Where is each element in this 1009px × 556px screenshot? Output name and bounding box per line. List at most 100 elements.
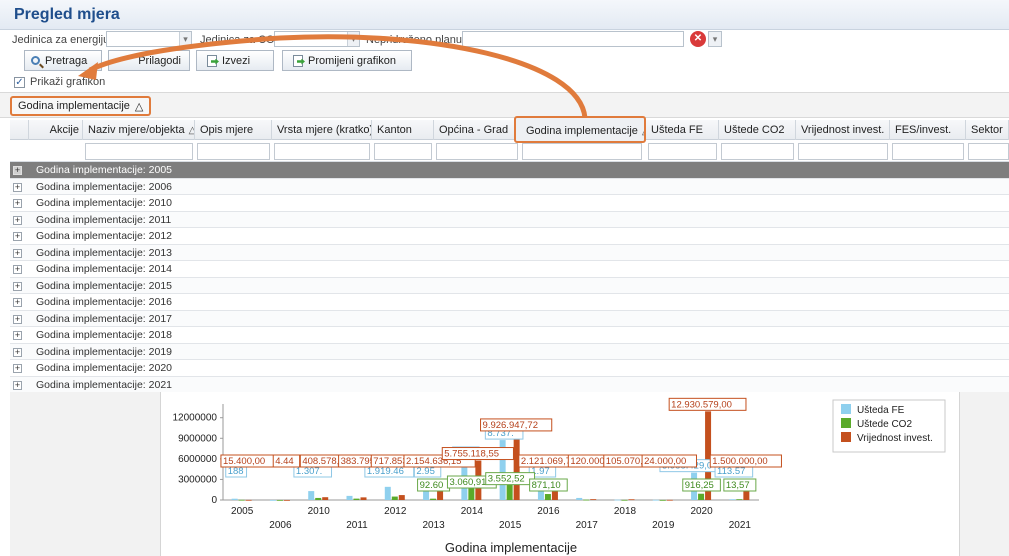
filter-opis[interactable] bbox=[197, 143, 270, 160]
change-chart-button[interactable]: Promijeni grafikon bbox=[282, 50, 412, 71]
search-button[interactable]: Pretraga bbox=[24, 50, 102, 71]
clear-filter-icon[interactable]: ✕ bbox=[690, 31, 706, 47]
group-row[interactable]: + Godina implementacije: 2017 bbox=[10, 310, 1009, 327]
group-row[interactable]: + Godina implementacije: 2010 bbox=[10, 195, 1009, 212]
bar bbox=[346, 495, 353, 500]
filter-vrsta[interactable] bbox=[274, 143, 370, 160]
bar bbox=[308, 491, 315, 500]
bar bbox=[315, 497, 322, 500]
group-row[interactable]: + Godina implementacije: 2011 bbox=[10, 211, 1009, 228]
expand-icon[interactable]: + bbox=[13, 314, 22, 324]
header-fes[interactable]: FES/invest. bbox=[890, 120, 966, 140]
sort-ascending-icon[interactable]: △ bbox=[642, 126, 644, 137]
bar bbox=[621, 499, 628, 501]
unassigned-plan-dropdown-button[interactable]: ▾ bbox=[708, 31, 722, 47]
bar bbox=[666, 499, 673, 501]
bar bbox=[659, 499, 666, 501]
chevron-down-icon[interactable]: ▾ bbox=[709, 32, 721, 46]
header-naziv[interactable]: Naziv mjere/objekta△ bbox=[83, 120, 195, 140]
header-akcije[interactable]: Akcije bbox=[29, 120, 83, 140]
header-opcina[interactable]: Općina - Grad bbox=[434, 120, 520, 140]
expand-icon[interactable]: + bbox=[13, 380, 22, 390]
group-row[interactable]: + Godina implementacije: 2015 bbox=[10, 277, 1009, 294]
group-row[interactable]: + Godina implementacije: 2019 bbox=[10, 343, 1009, 360]
export-button[interactable]: Izvezi bbox=[196, 50, 274, 71]
bar bbox=[736, 499, 743, 501]
x-tick-label: 2005 bbox=[231, 506, 254, 517]
show-chart-toggle[interactable]: ✓ Prikaži grafikon bbox=[14, 76, 105, 88]
x-tick-label: 2017 bbox=[576, 520, 599, 531]
y-tick-label: 0 bbox=[211, 495, 217, 506]
filter-sektor[interactable] bbox=[968, 143, 1009, 160]
header-opis[interactable]: Opis mjere bbox=[195, 120, 272, 140]
data-label: 871,10 bbox=[532, 480, 561, 491]
unassigned-plan-select[interactable] bbox=[462, 31, 684, 47]
expand-icon[interactable]: + bbox=[13, 182, 22, 192]
group-row[interactable]: + Godina implementacije: 2006 bbox=[10, 178, 1009, 195]
group-row[interactable]: + Godina implementacije: 2021 bbox=[10, 376, 1009, 393]
chart-area: 12000000 9000000 6000000 3000000 0 2005 2006 20… bbox=[10, 392, 1009, 556]
chevron-down-icon[interactable]: ▾ bbox=[179, 32, 191, 46]
energy-unit-label: Jedinica za energiju bbox=[12, 34, 110, 46]
bar bbox=[353, 498, 360, 500]
column-label: Godina implementacije bbox=[526, 125, 638, 137]
x-tick-label: 2021 bbox=[729, 520, 752, 531]
header-sektor[interactable]: Sektor bbox=[966, 120, 1009, 140]
y-tick-label: 12000000 bbox=[173, 413, 218, 424]
co2-unit-select[interactable]: ▾ bbox=[274, 31, 360, 47]
filter-naziv[interactable] bbox=[85, 143, 193, 160]
column-label: FES/invest. bbox=[895, 124, 952, 136]
filter-usteda-fe[interactable] bbox=[648, 143, 717, 160]
group-row[interactable]: + Godina implementacije: 2014 bbox=[10, 261, 1009, 278]
expand-icon[interactable]: + bbox=[13, 199, 22, 208]
expand-icon[interactable]: + bbox=[13, 265, 22, 274]
group-row[interactable]: + Godina implementacije: 2018 bbox=[10, 327, 1009, 344]
expand-icon[interactable]: + bbox=[13, 215, 22, 225]
show-chart-checkbox[interactable]: ✓ bbox=[14, 76, 25, 88]
header-kanton[interactable]: Kanton bbox=[372, 120, 434, 140]
group-row[interactable]: + Godina implementacije: 2005 bbox=[10, 162, 1009, 179]
filter-opcina[interactable] bbox=[436, 143, 518, 160]
x-tick-label: 2016 bbox=[537, 506, 560, 517]
expand-icon[interactable]: + bbox=[13, 248, 22, 258]
customize-button[interactable]: Prilagodi bbox=[108, 50, 190, 71]
grid-filter-row bbox=[10, 140, 1009, 162]
bar bbox=[430, 498, 437, 500]
bar bbox=[238, 499, 245, 501]
header-vrijednost[interactable]: Vrijednost invest. bbox=[796, 120, 890, 140]
energy-unit-select[interactable]: ▾ bbox=[106, 31, 192, 47]
header-ustede-co2[interactable]: Uštede CO2 bbox=[719, 120, 796, 140]
expand-icon[interactable]: + bbox=[13, 347, 22, 357]
sort-ascending-icon[interactable]: △ bbox=[135, 100, 143, 113]
group-row[interactable]: + Godina implementacije: 2020 bbox=[10, 360, 1009, 377]
filter-godina[interactable] bbox=[522, 143, 642, 160]
x-tick-label: 2012 bbox=[384, 506, 407, 517]
expand-icon[interactable]: + bbox=[13, 298, 22, 307]
group-chip-year[interactable]: Godina implementacije △ bbox=[10, 96, 152, 116]
legend-swatch bbox=[841, 404, 851, 414]
expand-icon[interactable]: + bbox=[13, 331, 22, 340]
column-label: Opis mjere bbox=[200, 124, 254, 136]
x-tick-label: 2006 bbox=[269, 520, 292, 531]
filter-ustede-co2[interactable] bbox=[721, 143, 794, 160]
filter-fes[interactable] bbox=[892, 143, 964, 160]
filter-bar: Jedinica za energiju ▾ Jedinica za CO2 ▾… bbox=[0, 30, 1009, 48]
group-row-label: Godina implementacije: 2012 bbox=[36, 230, 172, 242]
expand-icon[interactable]: + bbox=[13, 281, 22, 291]
header-usteda-fe[interactable]: Ušteda FE bbox=[646, 120, 719, 140]
header-vrsta[interactable]: Vrsta mjere (kratko) bbox=[272, 120, 372, 140]
group-row[interactable]: + Godina implementacije: 2012 bbox=[10, 228, 1009, 245]
customize-button-label: Prilagodi bbox=[138, 54, 181, 67]
header-godina[interactable]: Godina implementacije △ bbox=[514, 116, 646, 143]
filter-vrijednost[interactable] bbox=[798, 143, 888, 160]
filter-kanton[interactable] bbox=[374, 143, 432, 160]
chart-panel: 12000000 9000000 6000000 3000000 0 2005 2006 20… bbox=[160, 392, 960, 556]
expand-icon[interactable]: + bbox=[13, 364, 22, 373]
expand-icon[interactable]: + bbox=[13, 166, 22, 175]
expand-icon[interactable]: + bbox=[13, 232, 22, 241]
chevron-down-icon[interactable]: ▾ bbox=[347, 32, 359, 46]
group-row[interactable]: + Godina implementacije: 2016 bbox=[10, 294, 1009, 311]
bar bbox=[231, 498, 238, 500]
y-tick-label: 9000000 bbox=[178, 433, 217, 444]
group-row[interactable]: + Godina implementacije: 2013 bbox=[10, 244, 1009, 261]
